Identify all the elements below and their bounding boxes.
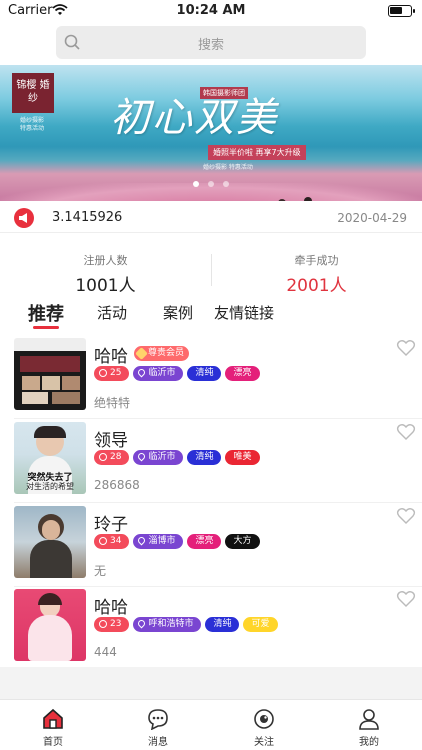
bottom-tab-bar: 首页 消息 关注 我的 — [0, 699, 422, 750]
banner-logo: 锦樱 婚纱 — [12, 73, 54, 113]
trait-tag: 大方 — [225, 534, 260, 549]
trait-tag: 清纯 — [187, 366, 222, 381]
photo-caption: 对生活的希望 — [26, 482, 74, 491]
city-tag: 临沂市 — [133, 366, 184, 381]
user-card[interactable]: 哈哈 尊贵会员 25 临沂市 清纯 漂亮 绝特特 — [0, 338, 422, 420]
status-bar: Carrier 10:24 AM — [0, 0, 422, 22]
user-card[interactable]: 哈哈 23 呼和浩特市 清纯 可爱 444 — [0, 589, 422, 671]
heart-icon[interactable] — [396, 338, 416, 358]
eye-icon — [254, 709, 274, 729]
user-photo[interactable]: 突然失去了 对生活的希望 — [14, 422, 86, 494]
registered-stat: 注册人数 1001人 — [0, 252, 211, 296]
user-tags: 25 临沂市 清纯 漂亮 — [94, 366, 264, 382]
user-description: 444 — [94, 645, 117, 659]
tab-mine[interactable]: 我的 — [334, 708, 404, 748]
notice-text: 3.1415926 — [52, 210, 123, 225]
user-name: 哈哈 — [94, 598, 128, 618]
user-name: 哈哈 — [94, 347, 128, 367]
registered-value: 1001人 — [75, 276, 136, 296]
divider — [14, 418, 422, 419]
tab-follow-label: 关注 — [254, 737, 274, 748]
list-footer-area — [0, 667, 422, 699]
megaphone-icon — [14, 208, 34, 228]
tab-friend-links[interactable]: 友情链接 — [214, 302, 274, 323]
matched-value: 2001人 — [286, 276, 347, 296]
user-tags: 34 淄博市 漂亮 大方 — [94, 534, 264, 550]
notice-bar[interactable]: 3.1415926 2020-04-29 — [0, 204, 422, 232]
carousel-dots — [0, 172, 422, 191]
city-tag: 临沂市 — [133, 450, 184, 465]
divider — [14, 502, 422, 503]
divider — [0, 232, 422, 233]
banner-carousel[interactable]: 锦樱 婚纱 婚纱摄影 特惠活动 韩国摄影师团 初心双美 婚照半价啦 再享7大升级… — [0, 65, 422, 201]
tab-messages-label: 消息 — [148, 737, 168, 748]
divider — [14, 586, 422, 587]
carousel-dot[interactable] — [208, 181, 214, 187]
tab-activity[interactable]: 活动 — [97, 302, 127, 323]
matched-label: 牵手成功 — [294, 254, 339, 267]
user-description: 无 — [94, 564, 107, 578]
trait-tag: 漂亮 — [225, 366, 260, 381]
tab-follow[interactable]: 关注 — [229, 708, 299, 748]
registered-label: 注册人数 — [83, 254, 128, 267]
tab-messages[interactable]: 消息 — [123, 708, 193, 748]
matched-stat: 牵手成功 2001人 — [211, 252, 422, 296]
vip-badge: 尊贵会员 — [134, 346, 190, 361]
trait-tag: 清纯 — [205, 617, 240, 632]
tab-cases[interactable]: 案例 — [163, 302, 193, 323]
search-placeholder: 搜索 — [197, 38, 224, 53]
user-photo[interactable] — [14, 506, 86, 578]
trait-tag: 清纯 — [187, 450, 222, 465]
trait-tag: 唯美 — [225, 450, 260, 465]
couple-illustration — [278, 197, 312, 201]
user-icon — [359, 709, 379, 730]
active-tab-indicator — [33, 326, 59, 329]
user-description: 绝特特 — [94, 396, 131, 410]
message-icon — [148, 709, 168, 730]
battery-icon — [388, 5, 415, 17]
user-tags: 23 呼和浩特市 清纯 可爱 — [94, 617, 282, 633]
trait-tag: 可爱 — [243, 617, 278, 632]
user-tags: 28 临沂市 清纯 唯美 — [94, 450, 264, 466]
age-tag: 25 — [94, 366, 130, 381]
clock: 10:24 AM — [176, 3, 246, 18]
tab-recommend[interactable]: 推荐 — [28, 300, 64, 326]
user-name: 领导 — [94, 431, 128, 451]
notice-date: 2020-04-29 — [337, 211, 407, 225]
tab-home[interactable]: 首页 — [18, 708, 88, 748]
home-icon — [43, 708, 63, 729]
banner-title: 初心双美 — [110, 95, 278, 141]
age-tag: 28 — [94, 450, 130, 465]
user-name: 玲子 — [94, 515, 128, 535]
tab-mine-label: 我的 — [359, 737, 379, 748]
heart-icon[interactable] — [396, 506, 416, 526]
user-photo[interactable] — [14, 589, 86, 661]
search-bar[interactable]: 搜索 — [56, 26, 366, 59]
city-tag: 呼和浩特市 — [133, 617, 202, 632]
user-photo[interactable] — [14, 338, 86, 410]
city-tag: 淄博市 — [133, 534, 184, 549]
banner-side-text: 婚纱摄影 特惠活动 — [20, 117, 45, 132]
tab-home-label: 首页 — [43, 737, 63, 748]
age-tag: 34 — [94, 534, 130, 549]
heart-icon[interactable] — [396, 589, 416, 609]
heart-icon[interactable] — [396, 422, 416, 442]
trait-tag: 漂亮 — [187, 534, 222, 549]
user-description: 286868 — [94, 478, 140, 492]
age-tag: 23 — [94, 617, 130, 632]
crown-icon — [135, 347, 148, 360]
banner-subtext: 婚纱摄影 特惠活动 — [203, 164, 253, 171]
user-card[interactable]: 突然失去了 对生活的希望 领导 28 临沂市 清纯 唯美 286868 — [0, 422, 422, 504]
banner-promo: 婚照半价啦 再享7大升级 — [208, 145, 306, 160]
vip-label: 尊贵会员 — [148, 348, 185, 358]
carousel-dot[interactable] — [223, 181, 230, 187]
carousel-dot[interactable] — [192, 181, 199, 187]
user-card[interactable]: 玲子 34 淄博市 漂亮 大方 无 — [0, 506, 422, 588]
